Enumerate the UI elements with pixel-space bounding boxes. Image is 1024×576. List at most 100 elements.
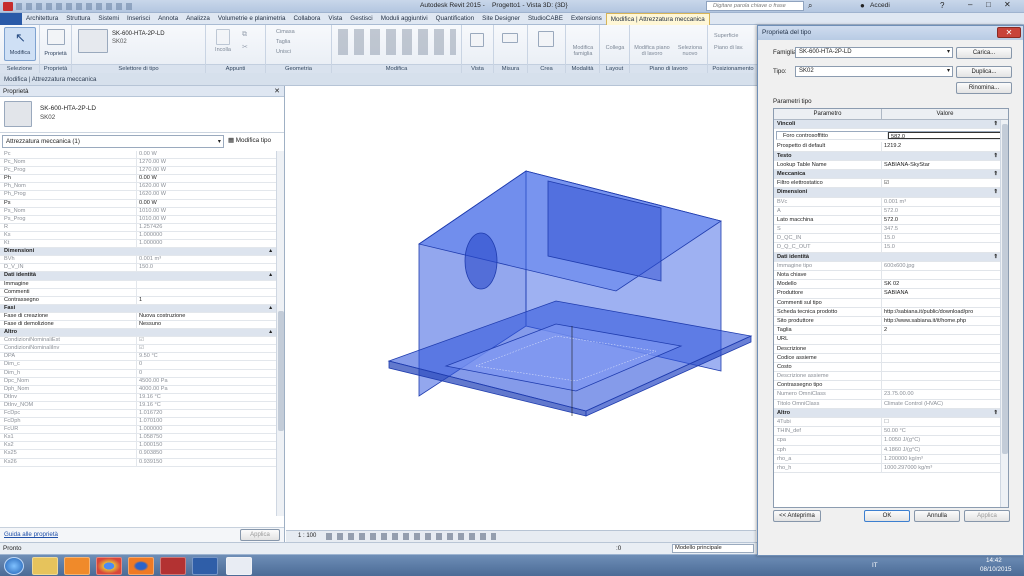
tray-lang[interactable]: IT [872, 562, 878, 569]
property-row[interactable]: Ph_Nom 1620.00 W [0, 183, 276, 192]
param-row[interactable]: Costo [774, 362, 1008, 373]
3d-view[interactable] [286, 86, 756, 530]
property-value[interactable]: ☑ [137, 337, 276, 344]
param-value[interactable]: 600x600.jpg [882, 262, 1008, 270]
pick-new-button[interactable]: Seleziona nuovo [674, 45, 706, 57]
property-row[interactable]: Kt 1.000000 [0, 240, 276, 249]
property-value[interactable]: 1620.00 W [137, 183, 276, 190]
param-row[interactable]: Numero OmniClass 23.75.00.00 [774, 390, 1008, 400]
scrollbar-thumb[interactable] [278, 311, 284, 431]
property-row[interactable]: Ps_Nom 1010.00 W [0, 207, 276, 216]
property-value[interactable]: 0 [137, 361, 276, 368]
taskbar-firefox-icon[interactable] [128, 557, 154, 575]
properties-label[interactable]: Proprietà [40, 51, 71, 57]
tab-analizza[interactable]: Analizza [182, 13, 214, 25]
property-value[interactable]: 0.939150 [137, 459, 276, 466]
property-row[interactable]: Dpc_Nom 4500.00 Pa [0, 377, 276, 386]
property-value[interactable]: 19.16 °C [137, 394, 276, 401]
properties-icon[interactable] [47, 29, 65, 45]
property-row[interactable]: FcDpc 1.016720 [0, 410, 276, 419]
property-row[interactable]: Ph_Prog 1620.00 W [0, 191, 276, 200]
param-row[interactable]: Foro controsoffitto 582.0 [776, 131, 1006, 141]
property-value[interactable] [137, 289, 276, 296]
taskbar-chrome-icon[interactable] [96, 557, 122, 575]
section-header[interactable]: Dati identità ▴ [0, 272, 276, 281]
tab-inserisci[interactable]: Inserisci [123, 13, 154, 25]
property-value[interactable]: 1270.00 W [137, 159, 276, 166]
property-value[interactable]: 19.16 °C [137, 402, 276, 409]
tab-moduli-aggiuntivi[interactable]: Moduli aggiuntivi [377, 13, 432, 25]
property-row[interactable]: FcUR 1.000000 [0, 426, 276, 435]
property-row[interactable]: Contrassegno 1 [0, 296, 276, 305]
param-value[interactable]: 1219.2 [882, 142, 1008, 150]
property-row[interactable]: D_V_IN 150.0 [0, 264, 276, 273]
properties-scrollbar[interactable] [276, 151, 284, 516]
cut-icon[interactable]: ✂ [242, 43, 248, 51]
maximize-icon[interactable]: □ [986, 0, 991, 9]
tray-time[interactable]: 14:42 [986, 557, 1002, 564]
tab-volumetrie-e-planimetria[interactable]: Volumetrie e planimetria [214, 13, 290, 25]
scrollbar-thumb[interactable] [1002, 124, 1008, 454]
param-value[interactable]: 1.200000 kg/m³ [882, 455, 1008, 463]
property-row[interactable]: CondizioniNominaliInv ☑ [0, 345, 276, 354]
view-controls-icons[interactable] [326, 533, 496, 540]
collapse-icon[interactable]: ▴ [269, 272, 276, 279]
property-value[interactable]: 1010.00 W [137, 216, 276, 223]
param-row[interactable]: Commenti sul tipo [774, 298, 1008, 308]
property-row[interactable]: Dph_Nom 4000.00 Pa [0, 385, 276, 394]
param-row[interactable]: Immagine tipo 600x600.jpg [774, 261, 1008, 271]
property-row[interactable]: Ks 1.000000 [0, 231, 276, 241]
paste-label[interactable]: Incolla [210, 47, 236, 53]
taskbar-word-icon[interactable] [192, 557, 218, 575]
property-value[interactable]: 0.00 W [137, 200, 276, 207]
property-value[interactable]: Nuova costruzione [137, 313, 276, 320]
property-row[interactable]: Pc 0.00 W [0, 151, 276, 160]
tab-struttura[interactable]: Struttura [62, 13, 94, 25]
param-value[interactable] [882, 372, 1008, 380]
help-icon[interactable]: ? [940, 1, 944, 10]
search-icon[interactable]: ⌕ [808, 1, 812, 11]
duplicate-button[interactable]: Duplica... [956, 66, 1012, 78]
tab-sistemi[interactable]: Sistemi [94, 13, 123, 25]
start-button[interactable] [4, 557, 24, 575]
param-value[interactable]: http://www.sabiana.it/it/home.php [882, 317, 1008, 325]
section-header[interactable]: Dimensioni ▴ [0, 248, 276, 257]
section-header[interactable]: Testo ⇑ [774, 151, 1008, 161]
close-icon[interactable]: ✕ [1004, 0, 1011, 9]
edit-workplane-button[interactable]: Modifica piano di lavoro [632, 45, 672, 57]
tab-gestisci[interactable]: Gestisci [346, 13, 376, 25]
property-row[interactable]: Ps_Prog 1010.00 W [0, 215, 276, 224]
property-row[interactable]: BVh 0.001 m³ [0, 256, 276, 265]
property-value[interactable]: 1270.00 W [137, 167, 276, 174]
user-icon[interactable]: ● [860, 1, 865, 10]
property-value[interactable]: 1.000000 [137, 240, 276, 247]
tab-collabora[interactable]: Collabora [289, 13, 324, 25]
property-row[interactable]: Fase di demolizione Nessuno [0, 320, 276, 330]
apply-button[interactable]: Applica [964, 510, 1010, 522]
collapse-icon[interactable]: ▴ [269, 305, 276, 312]
taskbar-access-icon[interactable] [160, 557, 186, 575]
param-row[interactable]: A 572.0 [774, 206, 1008, 216]
property-row[interactable]: DPA 9.50 °C [0, 353, 276, 362]
param-value[interactable]: http://sabiana.it/public/download/pro [882, 308, 1008, 316]
section-header[interactable]: Dimensioni ⇑ [774, 188, 1008, 198]
param-row[interactable]: Nota chiave [774, 271, 1008, 281]
edit-type-button[interactable]: ▦ Modifica tipo [228, 135, 271, 147]
measure-icon[interactable] [502, 33, 518, 43]
param-row[interactable]: THIN_def 50.00 °C [774, 427, 1008, 437]
collapse-icon[interactable]: ▴ [269, 329, 276, 336]
property-value[interactable]: 1.257426 [137, 224, 276, 231]
param-value[interactable] [882, 345, 1008, 353]
property-value[interactable]: 0.001 m³ [137, 256, 276, 263]
param-value[interactable]: 572.0 [882, 216, 1008, 224]
property-row[interactable]: Ks1 1.058750 [0, 434, 276, 443]
section-header[interactable]: Altro ▴ [0, 329, 276, 338]
property-row[interactable]: CondizioniNominaliEst ☑ [0, 337, 276, 346]
property-value[interactable]: 0.00 W [137, 151, 276, 158]
model-selector[interactable]: Modello principale [672, 544, 754, 553]
param-value[interactable]: 347.5 [882, 225, 1008, 233]
section-header[interactable]: Vincoli ⇑ [774, 120, 1008, 130]
ok-button[interactable]: OK [864, 510, 910, 522]
view-icon[interactable] [470, 33, 484, 47]
param-row[interactable]: rho_a 1.200000 kg/m³ [774, 454, 1008, 464]
